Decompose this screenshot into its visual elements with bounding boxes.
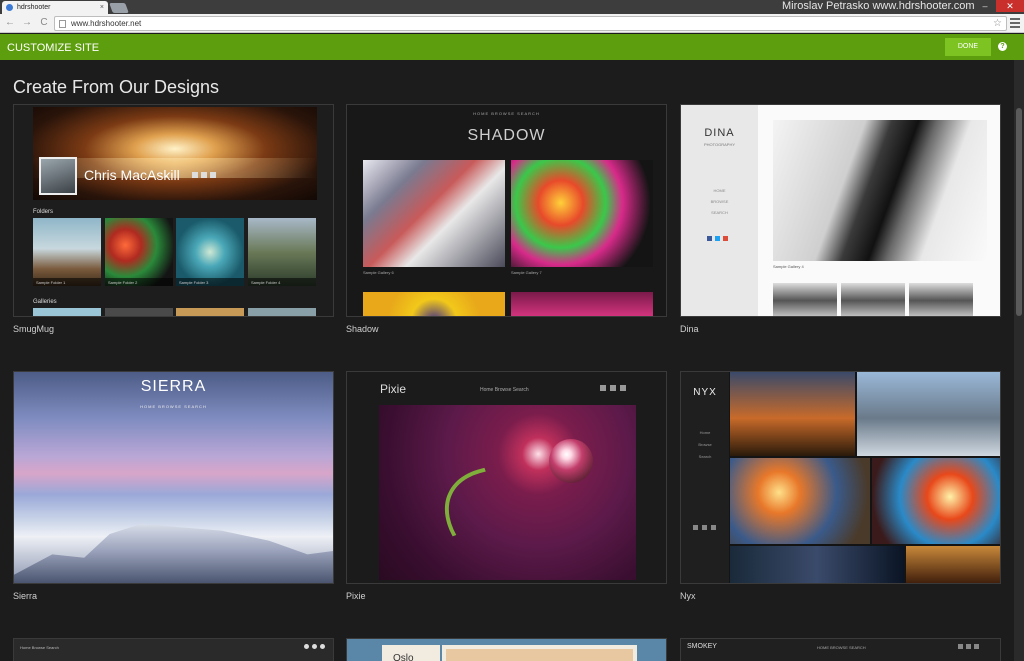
design-label[interactable]: Nyx (680, 591, 696, 601)
nyx-tile (906, 546, 1000, 583)
done-button[interactable]: DONE (945, 38, 991, 56)
customize-title: CUSTOMIZE SITE (7, 42, 100, 54)
favicon-icon (6, 4, 13, 11)
back-button[interactable]: ← (3, 16, 17, 30)
address-url: www.hdrshooter.net (71, 19, 142, 28)
page-title: Create From Our Designs (13, 77, 220, 97)
pixie-nav: Home Browse Search (480, 387, 529, 393)
design-label[interactable]: Dina (680, 324, 699, 334)
nyx-nav-item: Browse (698, 442, 712, 447)
gallery-caption: Sample Gallery 4 (773, 264, 804, 269)
galleries-label: Galleries (33, 299, 57, 305)
tab-close-icon[interactable]: × (100, 4, 104, 11)
designs-gallery: Create From Our Designs Chris MacAskill … (0, 60, 1014, 661)
avatar (39, 157, 77, 195)
dina-nav-item: BROWSE (710, 199, 729, 204)
pixie-title: Pixie (380, 382, 407, 396)
gallery-caption: Sample Gallery 6 (363, 270, 394, 275)
help-icon[interactable]: ? (998, 42, 1007, 51)
nyx-tile (730, 458, 870, 544)
shadow-title: SHADOW (467, 127, 546, 144)
social-icons (707, 236, 728, 241)
design-card-row3-1[interactable]: Home Browse Search (13, 638, 334, 661)
minimize-button[interactable]: – (974, 0, 996, 12)
nyx-tile (857, 372, 1000, 456)
folder-thumb: Sample Folder 2 (105, 218, 173, 286)
design-card-shadow[interactable]: HOME BROWSE SEARCH SHADOW Sample Gallery… (346, 104, 667, 317)
design-label[interactable]: SmugMug (13, 324, 54, 334)
nyx-nav-item: Search (698, 454, 712, 459)
design-label[interactable]: Sierra (13, 591, 37, 601)
nyx-tile (730, 546, 904, 583)
design-card-oslo[interactable]: Oslo (346, 638, 667, 661)
bridge-image (773, 120, 987, 261)
pixie-image (379, 405, 655, 583)
design-card-sierra[interactable]: SIERRA HOME BROWSE SEARCH (13, 371, 334, 584)
watermark-text: Miroslav Petrasko www.hdrshooter.com (782, 0, 975, 12)
social-icons (192, 172, 216, 178)
design-card-pixie[interactable]: Pixie Home Browse Search (346, 371, 667, 584)
nyx-nav-item: Home (699, 430, 711, 435)
smokey-title: SMOKEY (687, 643, 717, 650)
social-icons (600, 385, 626, 391)
forward-button[interactable]: → (20, 16, 34, 30)
address-bar[interactable]: www.hdrshooter.net ☆ (54, 16, 1007, 31)
customize-bar: CUSTOMIZE SITE DONE ? (0, 34, 1024, 60)
shadow-nav: HOME BROWSE SEARCH (473, 111, 540, 116)
design-label[interactable]: Shadow (346, 324, 379, 334)
new-tab-button[interactable] (109, 3, 129, 13)
window-controls: – ✕ (974, 0, 1024, 12)
folders-label: Folders (33, 209, 54, 215)
gallery-image (363, 160, 505, 267)
window-close-button[interactable]: ✕ (996, 0, 1024, 12)
dina-subtitle: PHOTOGRAPHY (703, 142, 736, 147)
gallery-image (511, 160, 653, 267)
browser-toolbar: ← → C www.hdrshooter.net ☆ (0, 14, 1024, 33)
design-card-smokey[interactable]: SMOKEY HOME BROWSE SEARCH (680, 638, 1001, 661)
folder-thumb: Sample Folder 3 (176, 218, 244, 286)
nyx-tile (872, 458, 1000, 544)
browser-tab[interactable]: hdrshooter × (2, 1, 108, 14)
scrollbar-thumb[interactable] (1016, 108, 1022, 316)
dina-title: DINA (704, 127, 735, 139)
page-icon (59, 19, 66, 28)
dina-nav-item: SEARCH (711, 210, 728, 215)
folder-thumb: Sample Folder 4 (248, 218, 316, 286)
sierra-title: SIERRA (140, 378, 207, 395)
design-card-dina[interactable]: DINA PHOTOGRAPHY HOME BROWSE SEARCH Samp… (680, 104, 1001, 317)
gallery-caption: Sample Gallery 7 (511, 270, 542, 275)
social-icons (693, 525, 716, 530)
tab-title: hdrshooter (17, 4, 51, 11)
dina-nav-item: HOME (713, 188, 726, 193)
design-card-smugmug[interactable]: Chris MacAskill Folders Sample Folder 1 … (13, 104, 334, 317)
nyx-tile (730, 372, 855, 456)
design-card-nyx[interactable]: NYX Home Browse Search (680, 371, 1001, 584)
sierra-nav: HOME BROWSE SEARCH (140, 404, 207, 409)
folder-thumb: Sample Folder 1 (33, 218, 101, 286)
smokey-nav: HOME BROWSE SEARCH (817, 645, 866, 650)
reload-button[interactable]: C (37, 16, 51, 30)
row3-nav: Home Browse Search (20, 645, 59, 650)
browser-titlebar: hdrshooter × Miroslav Petrasko www.hdrsh… (0, 0, 1024, 14)
bookmark-star-icon[interactable]: ☆ (993, 18, 1002, 29)
vertical-scrollbar[interactable] (1014, 60, 1024, 661)
nyx-title: NYX (693, 387, 717, 398)
oslo-title: Oslo (393, 653, 414, 661)
menu-icon[interactable] (1010, 17, 1020, 29)
hero-name: Chris MacAskill (84, 167, 180, 183)
design-label[interactable]: Pixie (346, 591, 366, 601)
